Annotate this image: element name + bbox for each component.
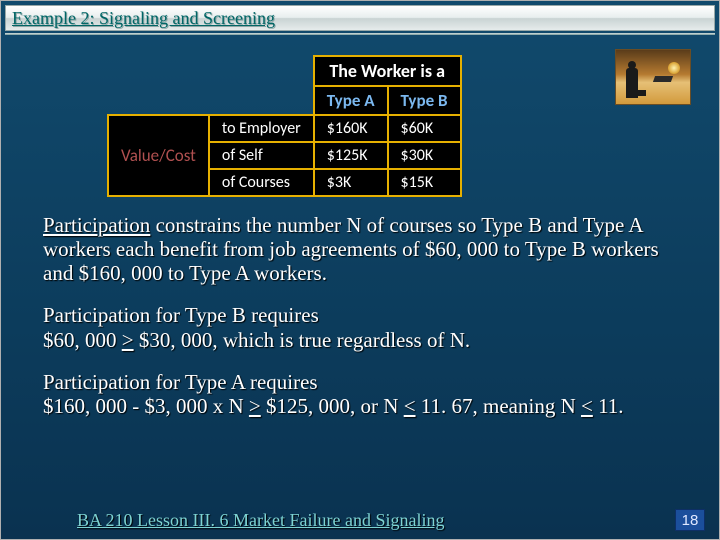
- cell: $60K: [388, 115, 461, 142]
- cell: $15K: [388, 169, 461, 196]
- slide: Example 2: Signaling and Screening The W…: [0, 0, 720, 540]
- row-label: of Courses: [209, 169, 314, 196]
- cell: $30K: [388, 142, 461, 169]
- side-header: Value/Cost: [108, 115, 209, 196]
- paragraph-1: Participation constrains the number N of…: [43, 213, 691, 285]
- title-divider: [5, 33, 715, 35]
- paragraph-3: Participation for Type A requires $160, …: [43, 370, 691, 418]
- table-top-header: The Worker is a: [314, 56, 461, 86]
- cell: $125K: [314, 142, 388, 169]
- page-number: 18: [675, 509, 705, 531]
- value-cost-table: The Worker is a Type A Type B Value/Cost…: [107, 55, 462, 197]
- row-label: to Employer: [209, 115, 314, 142]
- course-footer: BA 210 Lesson III. 6 Market Failure and …: [77, 510, 444, 531]
- row-label: of Self: [209, 142, 314, 169]
- footer: BA 210 Lesson III. 6 Market Failure and …: [1, 505, 719, 539]
- paragraph-2: Participation for Type B requires $60, 0…: [43, 303, 691, 351]
- cell: $160K: [314, 115, 388, 142]
- cell: $3K: [314, 169, 388, 196]
- col-type-a: Type A: [314, 86, 388, 115]
- col-type-b: Type B: [388, 86, 461, 115]
- body-text: Participation constrains the number N of…: [43, 213, 691, 436]
- slide-title: Example 2: Signaling and Screening: [12, 8, 275, 29]
- title-bar: Example 2: Signaling and Screening: [5, 5, 715, 31]
- hero-image: [615, 49, 691, 105]
- term-participation: Participation: [43, 213, 150, 237]
